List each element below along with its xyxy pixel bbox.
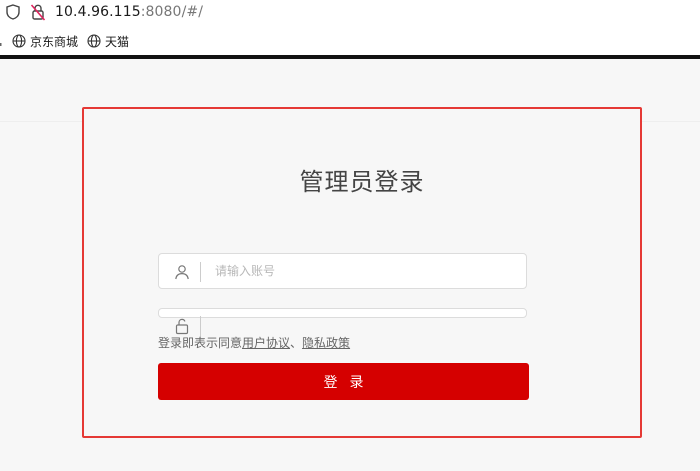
- shield-icon[interactable]: [6, 4, 20, 20]
- field-separator: [200, 262, 201, 282]
- agreement-notice: 登录即表示同意用户协议、隐私政策: [158, 335, 350, 351]
- insecure-lock-icon[interactable]: [30, 3, 46, 21]
- bookmarks-bar: 京东商城 天猫: [0, 26, 700, 55]
- globe-icon: [12, 34, 26, 48]
- address-bar: 10.4.96.115:8080/#/: [0, 0, 700, 27]
- login-panel: 管理员登录 登录即表示同意用户协议、隐私政策 登录: [82, 107, 642, 438]
- globe-icon: [87, 34, 101, 48]
- bookmark-label: 京东商城: [30, 34, 79, 49]
- username-field[interactable]: [158, 253, 527, 289]
- login-title: 管理员登录: [299, 168, 425, 196]
- agreement-prefix: 登录即表示同意: [158, 336, 243, 350]
- url-path: :8080/#/: [140, 4, 204, 20]
- username-input[interactable]: [215, 254, 515, 288]
- user-icon: [175, 265, 189, 280]
- user-agreement-link[interactable]: 用户协议: [242, 336, 290, 350]
- url-field[interactable]: 10.4.96.115:8080/#/: [55, 3, 203, 21]
- login-button[interactable]: 登录: [158, 363, 529, 400]
- bookmarks-overflow-icon: [0, 43, 2, 46]
- privacy-policy-link[interactable]: 隐私政策: [302, 336, 350, 350]
- page-body: 管理员登录 登录即表示同意用户协议、隐私政策 登录: [0, 59, 700, 471]
- bookmark-jd[interactable]: 京东商城: [12, 33, 78, 49]
- lock-icon: [175, 318, 189, 335]
- url-host: 10.4.96.115: [55, 4, 141, 20]
- agreement-separator: 、: [290, 336, 303, 350]
- password-field[interactable]: [158, 308, 527, 338]
- bookmark-tmall[interactable]: 天猫: [87, 33, 129, 49]
- bookmark-label: 天猫: [105, 34, 130, 49]
